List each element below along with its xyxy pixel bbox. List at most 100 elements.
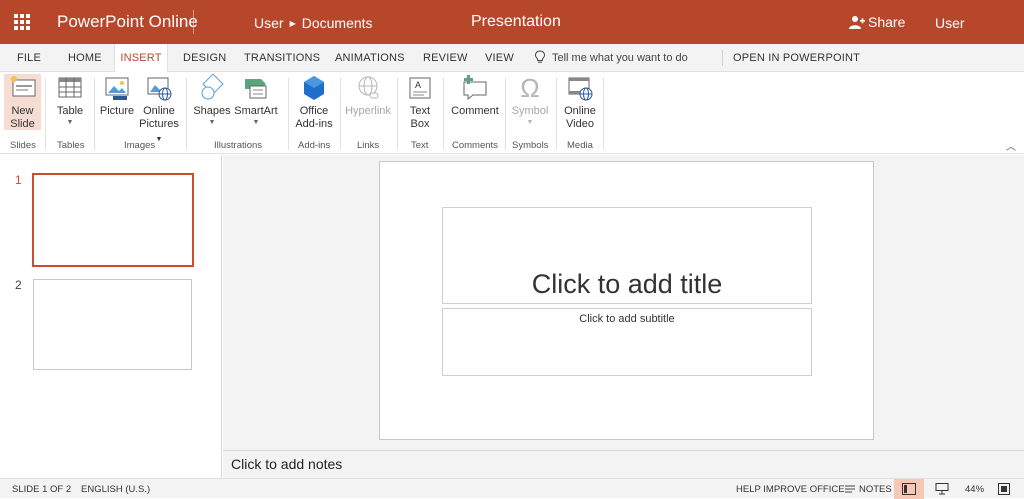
breadcrumb: User ▶ Documents bbox=[254, 15, 373, 31]
comment-icon bbox=[463, 75, 487, 101]
symbol-button[interactable]: Ω Symbol ▼ bbox=[510, 74, 550, 127]
group-label-slides: Slides bbox=[10, 140, 36, 151]
title-bar: PowerPoint Online User ▶ Documents Present… bbox=[0, 0, 1024, 44]
slide-number-2: 2 bbox=[15, 278, 22, 292]
slide-canvas: Click to add title Click to add subtitle bbox=[379, 161, 874, 440]
language-status[interactable]: ENGLISH (U.S.) bbox=[81, 484, 150, 495]
picture-label: Picture bbox=[99, 105, 135, 117]
collapse-ribbon-icon[interactable]: ︿ bbox=[1006, 138, 1016, 153]
smartart-icon bbox=[245, 79, 267, 99]
status-bar: SLIDE 1 OF 2 ENGLISH (U.S.) HELP IMPROVE… bbox=[0, 478, 1024, 499]
breadcrumb-arrow-icon: ▶ bbox=[289, 19, 296, 28]
notes-placeholder: Click to add notes bbox=[231, 456, 343, 472]
online-video-button[interactable]: Online Video bbox=[561, 74, 599, 131]
shapes-label: Shapes bbox=[193, 105, 231, 117]
online-pictures-button[interactable]: Online Pictures ▼ bbox=[137, 74, 181, 146]
table-icon bbox=[58, 77, 82, 98]
notes-icon bbox=[845, 485, 855, 493]
tab-animations[interactable]: ANIMATIONS bbox=[335, 44, 405, 72]
omega-icon: Ω bbox=[520, 73, 540, 103]
tab-review[interactable]: REVIEW bbox=[423, 44, 468, 72]
office-addins-icon bbox=[304, 76, 324, 100]
comment-button[interactable]: Comment bbox=[449, 74, 501, 118]
tab-transitions[interactable]: TRANSITIONS bbox=[244, 44, 320, 72]
group-label-text: Text bbox=[411, 140, 429, 151]
smartart-dropdown-icon: ▼ bbox=[252, 119, 260, 126]
subtitle-placeholder[interactable]: Click to add subtitle bbox=[442, 308, 812, 376]
text-box-label-2: Box bbox=[410, 118, 430, 130]
slide-thumbnail-1[interactable] bbox=[32, 173, 194, 267]
hyperlink-button[interactable]: Hyperlink bbox=[344, 74, 392, 118]
online-pictures-label-1: Online bbox=[143, 105, 175, 117]
group-label-tables: Tables bbox=[57, 140, 85, 151]
picture-icon bbox=[105, 77, 129, 100]
slide-editor: Click to add title Click to add subtitle bbox=[223, 155, 1024, 450]
slide-thumbnail-pane: 1 2 bbox=[0, 155, 222, 478]
tell-me-search[interactable]: Tell me what you want to do bbox=[534, 44, 688, 72]
new-slide-button[interactable]: New Slide bbox=[4, 74, 41, 130]
shapes-button[interactable]: Shapes ▼ bbox=[192, 74, 232, 127]
breadcrumb-documents[interactable]: Documents bbox=[302, 15, 373, 31]
shapes-dropdown-icon: ▼ bbox=[208, 119, 216, 126]
office-addins-button[interactable]: Office Add-ins bbox=[294, 74, 334, 131]
table-button[interactable]: Table ▼ bbox=[52, 74, 88, 127]
slideshow-icon bbox=[935, 483, 949, 495]
ribbon-tabs: FILE HOME INSERT DESIGN TRANSITIONS ANIM… bbox=[0, 44, 1024, 73]
app-launcher-icon[interactable] bbox=[14, 14, 30, 30]
group-divider bbox=[45, 78, 46, 150]
notes-pane[interactable]: Click to add notes bbox=[223, 450, 1024, 478]
office-addins-label-1: Office bbox=[299, 105, 329, 117]
breadcrumb-user[interactable]: User bbox=[254, 15, 284, 31]
shapes-icon bbox=[201, 74, 224, 100]
text-box-label-1: Text bbox=[409, 105, 431, 117]
slide-number-1: 1 bbox=[15, 173, 22, 187]
user-account[interactable]: User bbox=[935, 15, 965, 31]
slide-thumbnail-2[interactable] bbox=[33, 279, 192, 370]
normal-view-icon bbox=[902, 483, 916, 495]
online-video-label-1: Online bbox=[564, 105, 596, 117]
text-box-button[interactable]: A Text Box bbox=[403, 74, 437, 131]
open-in-powerpoint-button[interactable]: OPEN IN POWERPOINT bbox=[733, 44, 860, 72]
svg-text:A: A bbox=[415, 80, 421, 90]
notes-toggle[interactable]: NOTES bbox=[845, 484, 892, 495]
office-addins-label-2: Add-ins bbox=[295, 118, 333, 130]
group-label-addins: Add-ins bbox=[298, 140, 331, 151]
normal-view-button[interactable] bbox=[894, 479, 924, 499]
new-slide-label-1: New bbox=[11, 105, 34, 117]
tab-home[interactable]: HOME bbox=[68, 44, 102, 72]
group-divider bbox=[556, 78, 557, 150]
group-divider bbox=[340, 78, 341, 150]
zoom-level[interactable]: 44% bbox=[965, 484, 984, 495]
share-button[interactable]: Share bbox=[849, 14, 905, 30]
lightbulb-icon bbox=[534, 50, 546, 63]
help-improve-office-link[interactable]: HELP IMPROVE OFFICE bbox=[736, 484, 845, 495]
smartart-button[interactable]: SmartArt ▼ bbox=[233, 74, 279, 127]
group-divider bbox=[505, 78, 506, 150]
share-person-icon bbox=[849, 16, 865, 29]
picture-button[interactable]: Picture bbox=[98, 74, 136, 118]
title-placeholder[interactable]: Click to add title bbox=[442, 207, 812, 304]
table-label: Table bbox=[56, 105, 84, 117]
online-video-icon bbox=[568, 77, 593, 101]
tab-file[interactable]: FILE bbox=[17, 44, 41, 72]
title-divider bbox=[193, 10, 194, 34]
tab-divider bbox=[722, 50, 723, 66]
tell-me-text: Tell me what you want to do bbox=[552, 52, 688, 64]
group-label-images: Images bbox=[124, 140, 156, 151]
slideshow-button[interactable] bbox=[930, 479, 954, 499]
fit-to-window-button[interactable] bbox=[995, 479, 1015, 499]
share-label: Share bbox=[868, 14, 906, 30]
group-divider bbox=[443, 78, 444, 150]
tab-view[interactable]: VIEW bbox=[485, 44, 514, 72]
tab-design[interactable]: DESIGN bbox=[183, 44, 226, 72]
slide-count: SLIDE 1 OF 2 bbox=[12, 484, 72, 495]
new-slide-label-2: Slide bbox=[10, 118, 35, 130]
smartart-label: SmartArt bbox=[234, 105, 278, 117]
app-name[interactable]: PowerPoint Online bbox=[57, 12, 198, 32]
tab-insert[interactable]: INSERT bbox=[114, 44, 168, 73]
document-title[interactable]: Presentation bbox=[471, 13, 561, 31]
group-divider bbox=[603, 78, 604, 150]
online-pictures-dropdown-icon: ▼ bbox=[155, 136, 163, 143]
group-label-illustrations: Illustrations bbox=[214, 140, 263, 151]
table-dropdown-icon: ▼ bbox=[66, 119, 74, 126]
